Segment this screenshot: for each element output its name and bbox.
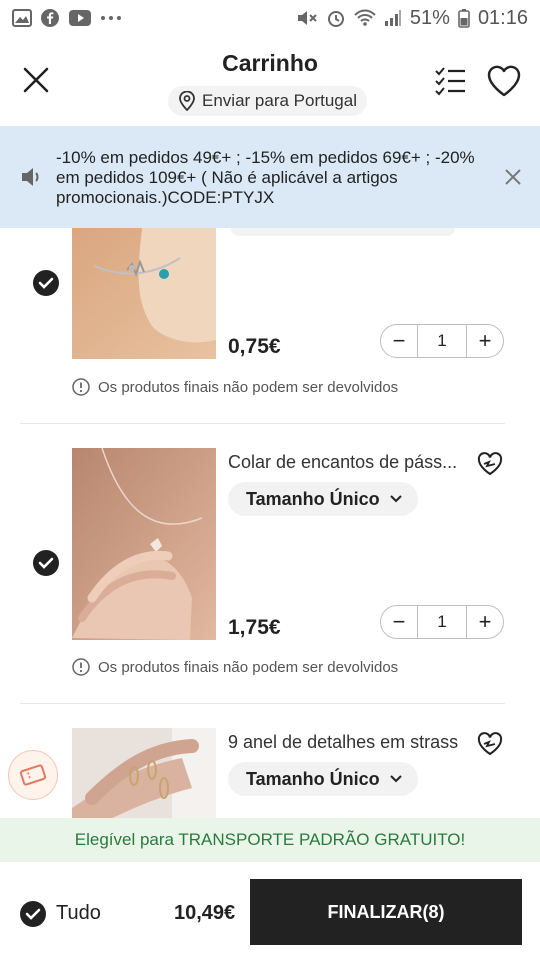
non-returnable-notice: Os produtos finais não podem ser devolvi… <box>72 378 398 396</box>
cart-item: 0,75€ − 1 + Os produtos finais não podem… <box>17 228 522 423</box>
product-name[interactable]: 9 anel de detalhes em strass <box>228 732 458 753</box>
promo-text: -10% em pedidos 49€+ ; -15% em pedidos 6… <box>56 148 475 207</box>
select-all-checkbox[interactable] <box>20 901 46 927</box>
location-pin-icon <box>179 91 195 111</box>
promo-banner: -10% em pedidos 49€+ ; -15% em pedidos 6… <box>0 126 540 228</box>
chevron-down-icon <box>389 495 402 503</box>
coupon-button[interactable] <box>8 750 58 800</box>
notice-text: Os produtos finais não podem ser devolvi… <box>98 658 399 676</box>
notice-text: Os produtos finais não podem ser devolvi… <box>98 378 399 396</box>
coupon-ticket-icon <box>19 764 47 786</box>
clock: 01:16 <box>477 6 528 29</box>
alarm-icon <box>327 11 344 27</box>
size-selector[interactable]: Tamanho Único <box>228 482 418 516</box>
gallery-icon <box>12 9 32 27</box>
facebook-icon <box>41 9 59 27</box>
battery-percent: 51% <box>409 6 450 29</box>
check-icon <box>25 908 41 920</box>
cart-item: 9 anel de detalhes em strass Tamanho Úni… <box>17 704 522 818</box>
product-image-anklet[interactable] <box>72 228 216 359</box>
quantity-value[interactable]: 1 <box>417 606 467 638</box>
select-all-label[interactable]: Tudo <box>56 902 101 925</box>
cart-item-list: 0,75€ − 1 + Os produtos finais não podem… <box>0 228 540 818</box>
check-icon <box>38 557 54 569</box>
status-bar: 51% 01:16 <box>0 0 540 36</box>
non-returnable-notice: Os produtos finais não podem ser devolvi… <box>72 658 398 676</box>
quantity-stepper[interactable]: − 1 + <box>380 605 504 639</box>
decrease-qty-button[interactable]: − <box>381 606 417 638</box>
size-label: Tamanho Único <box>246 488 380 509</box>
checkout-bar: Tudo 10,49€ FINALIZAR(8) <box>0 862 540 960</box>
speaker-icon <box>22 168 39 186</box>
save-wishlist-icon[interactable] <box>477 452 503 476</box>
wifi-icon <box>354 9 376 26</box>
free-shipping-banner: Elegível para TRANSPORTE PADRÃO GRATUITO… <box>0 818 540 862</box>
item-checkbox[interactable] <box>33 270 59 296</box>
size-pill-partial[interactable] <box>231 228 455 236</box>
chevron-down-icon <box>389 775 402 783</box>
promo-close-icon[interactable] <box>502 166 524 188</box>
mute-icon <box>297 11 317 25</box>
quantity-stepper[interactable]: − 1 + <box>380 324 504 358</box>
size-selector[interactable]: Tamanho Único <box>228 762 418 796</box>
order-total: 10,49€ <box>174 902 236 924</box>
more-dots-icon <box>101 16 121 20</box>
info-icon <box>72 378 90 396</box>
increase-qty-button[interactable]: + <box>467 325 503 357</box>
size-label: Tamanho Único <box>246 768 380 789</box>
notification-icons <box>12 8 122 28</box>
save-wishlist-icon[interactable] <box>477 732 503 756</box>
checklist-icon[interactable] <box>434 66 466 96</box>
check-icon <box>38 277 54 289</box>
increase-qty-button[interactable]: + <box>467 606 503 638</box>
item-price: 0,75€ <box>228 335 281 358</box>
ship-to-selector[interactable]: Enviar para Portugal <box>168 86 367 116</box>
header: Carrinho Enviar para Portugal <box>0 36 540 124</box>
product-image-necklace[interactable] <box>72 448 216 640</box>
signal-icon <box>384 10 401 26</box>
info-icon <box>72 658 90 676</box>
product-name[interactable]: Colar de encantos de páss... <box>228 452 457 473</box>
checkout-button[interactable]: FINALIZAR(8) <box>250 879 522 945</box>
system-icons: 51% 01:16 <box>296 7 528 30</box>
quantity-value[interactable]: 1 <box>417 325 467 357</box>
item-price: 1,75€ <box>228 616 281 639</box>
wishlist-heart-icon[interactable] <box>486 64 522 98</box>
youtube-icon <box>69 10 91 26</box>
item-checkbox[interactable] <box>33 550 59 576</box>
cart-screen: 51% 01:16 Carrinho Enviar para Portugal … <box>0 0 540 960</box>
cart-item: Colar de encantos de páss... Tamanho Úni… <box>17 424 522 704</box>
ship-to-label: Enviar para Portugal <box>202 91 357 110</box>
battery-icon <box>458 9 470 28</box>
decrease-qty-button[interactable]: − <box>381 325 417 357</box>
product-image-rings[interactable] <box>72 728 216 818</box>
